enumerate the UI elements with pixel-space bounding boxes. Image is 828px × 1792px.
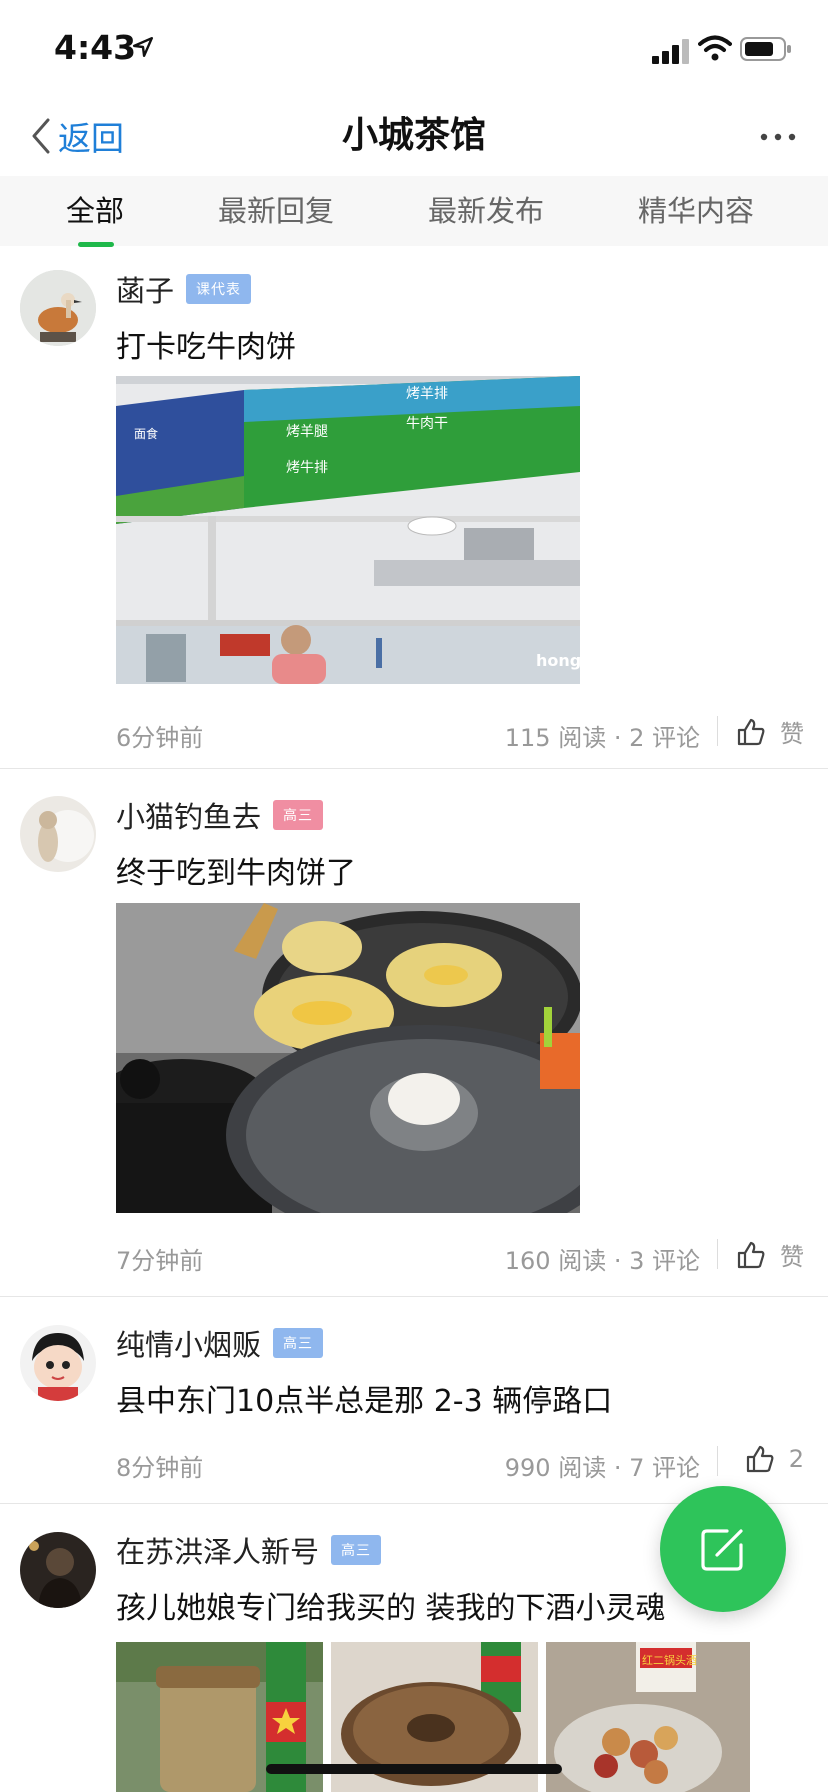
post-image-shop: 面食 烤羊腿 烤羊排 烤牛排 牛肉干 hong (116, 376, 580, 684)
tab-latest-post[interactable]: 最新发布 (428, 188, 544, 230)
tab-all[interactable]: 全部 (66, 188, 124, 230)
post-image[interactable] (116, 903, 580, 1213)
divider (717, 1239, 718, 1269)
tab-featured[interactable]: 精华内容 (638, 188, 754, 230)
sign-text: 烤羊排 (406, 386, 448, 402)
post-stats: 990 阅读 · 7 评论 (504, 1454, 700, 1482)
avatar-duck-image (20, 270, 96, 346)
tab-latest-reply[interactable]: 最新回复 (218, 188, 334, 230)
like-count: 2 (788, 1445, 804, 1473)
post-time: 8分钟前 (116, 1454, 204, 1482)
author-row: 小猫钓鱼去 高三 (116, 794, 324, 836)
post-text[interactable]: 终于吃到牛肉饼了 (116, 848, 356, 892)
role-badge: 高三 (331, 1535, 382, 1565)
post-text[interactable]: 孩儿她娘专门给我买的 装我的下酒小灵魂 (116, 1583, 666, 1627)
post-time: 7分钟前 (116, 1247, 204, 1275)
avatar-cat-image (20, 796, 96, 872)
author-name[interactable]: 菡子 (116, 268, 174, 310)
post-item[interactable]: 小猫钓鱼去 高三 终于吃到牛肉饼了 7分钟前 160 阅读 · 3 评论 赞 (0, 769, 828, 1295)
battery-icon (740, 37, 791, 61)
divider (717, 1446, 718, 1476)
tab-bar: 全部 最新回复 最新发布 精华内容 (0, 176, 828, 247)
avatar[interactable] (20, 1532, 96, 1608)
more-icon[interactable] (758, 122, 798, 152)
wifi-icon (698, 35, 732, 61)
avatar-photo-image (20, 1532, 96, 1608)
status-time: 4:43 (54, 28, 137, 67)
post-stats: 115 阅读 · 2 评论 (504, 724, 700, 752)
sign-text: 牛肉干 (406, 416, 448, 432)
sign-text: 烤羊腿 (286, 424, 328, 440)
post-image[interactable]: 红二锅头酒 (546, 1642, 750, 1792)
avatar[interactable] (20, 1325, 96, 1401)
thumbs-up-icon (737, 718, 765, 745)
edit-icon (701, 1529, 743, 1571)
bottle-label: 红二锅头酒 (642, 1654, 697, 1667)
post-meta: 6分钟前 115 阅读 · 2 评论 赞 (116, 712, 804, 752)
post-time: 6分钟前 (116, 724, 204, 752)
post-meta: 8分钟前 990 阅读 · 7 评论 2 (116, 1442, 804, 1482)
nav-bar: 返回 小城茶馆 (0, 96, 828, 176)
author-name[interactable]: 小猫钓鱼去 (116, 794, 261, 836)
avatar-cartoon-image (20, 1325, 96, 1401)
avatar[interactable] (20, 796, 96, 872)
location-arrow-icon (132, 36, 154, 58)
role-badge: 高三 (273, 800, 324, 830)
post-text[interactable]: 打卡吃牛肉饼 (116, 322, 296, 366)
home-indicator[interactable] (266, 1764, 562, 1774)
like-button[interactable]: 赞 (736, 714, 804, 749)
author-name[interactable]: 纯情小烟贩 (116, 1322, 261, 1364)
post-stats: 160 阅读 · 3 评论 (504, 1247, 700, 1275)
post-meta: 7分钟前 160 阅读 · 3 评论 赞 (116, 1235, 804, 1275)
role-badge: 高三 (273, 1328, 324, 1358)
author-row: 纯情小烟贩 高三 (116, 1322, 324, 1364)
author-row: 菡子 课代表 (116, 268, 252, 310)
author-row: 在苏洪泽人新号 高三 (116, 1529, 382, 1571)
role-badge: 课代表 (186, 274, 252, 304)
compose-button[interactable] (660, 1486, 786, 1612)
divider (717, 716, 718, 746)
image-watermark: hong (536, 651, 580, 670)
post-text[interactable]: 县中东门10点半总是那 2-3 辆停路口 (116, 1376, 612, 1420)
like-label: 赞 (780, 1243, 804, 1271)
like-button[interactable]: 赞 (736, 1237, 804, 1272)
post-image-snacks: 红二锅头酒 (546, 1642, 750, 1792)
like-button[interactable]: 2 (745, 1444, 804, 1474)
post-image[interactable]: 面食 烤羊腿 烤羊排 烤牛排 牛肉干 hong (116, 376, 580, 684)
signal-icon (652, 39, 689, 64)
author-name[interactable]: 在苏洪泽人新号 (116, 1529, 319, 1571)
post-item[interactable]: 纯情小烟贩 高三 县中东门10点半总是那 2-3 辆停路口 8分钟前 990 阅… (0, 1297, 828, 1503)
post-item[interactable]: 菡子 课代表 打卡吃牛肉饼 面食 烤羊腿 烤羊排 烤牛排 牛肉干 hong 6分… (0, 246, 828, 768)
post-image-pancakes (116, 903, 580, 1213)
status-bar: 4:43 (0, 0, 828, 96)
thumbs-up-icon (737, 1241, 765, 1268)
page-title: 小城茶馆 (341, 115, 486, 156)
avatar[interactable] (20, 270, 96, 346)
sign-text: 面食 (134, 426, 158, 441)
like-label: 赞 (780, 720, 804, 748)
sign-text: 烤牛排 (286, 460, 328, 476)
thumbs-up-icon (746, 1445, 774, 1473)
